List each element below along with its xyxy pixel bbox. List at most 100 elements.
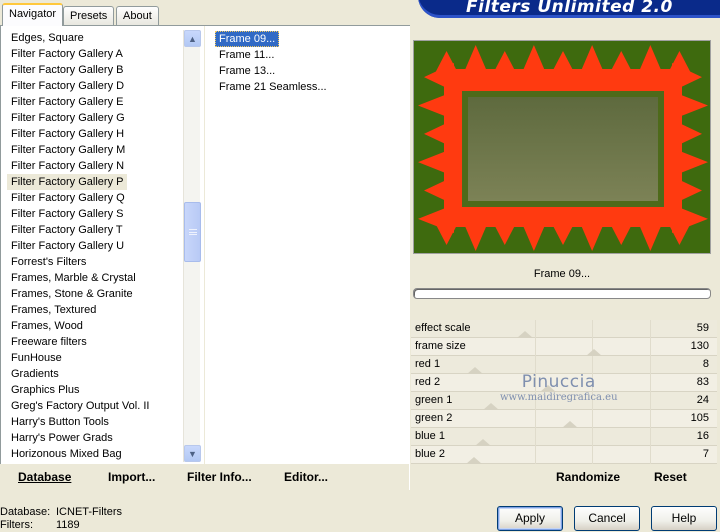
- editor-label: Editor...: [284, 470, 329, 484]
- category-item[interactable]: Frames, Stone & Granite: [7, 286, 183, 302]
- category-item[interactable]: Harry's Button Tools: [7, 414, 183, 430]
- filter-item[interactable]: Frame 21 Seamless...: [215, 79, 331, 95]
- tab-navigator[interactable]: Navigator: [2, 3, 64, 26]
- category-item[interactable]: Edges, Square: [7, 30, 183, 46]
- parameter-sliders: effect scale 59 frame size 130 red 1 8 red 2 83…: [411, 320, 717, 464]
- randomize-button[interactable]: Randomize: [556, 470, 620, 484]
- category-item[interactable]: Filter Factory Gallery U: [7, 238, 183, 254]
- category-item[interactable]: Filter Factory Gallery N: [7, 158, 183, 174]
- import-button[interactable]: Import...: [108, 470, 155, 484]
- category-item[interactable]: Horizonous Mixed Bag: [7, 446, 183, 462]
- reset-button[interactable]: Reset: [654, 470, 687, 484]
- parameter-row[interactable]: green 2 105: [411, 410, 717, 428]
- category-item[interactable]: Filter Factory Gallery B: [7, 62, 183, 78]
- category-item[interactable]: Filter Factory Gallery Q: [7, 190, 183, 206]
- parameter-value: 24: [696, 394, 709, 406]
- slider-thumb[interactable]: [516, 331, 533, 338]
- category-item[interactable]: Graphics Plus: [7, 382, 183, 398]
- chevron-down-icon: ▼: [188, 448, 197, 459]
- status-database-value: ICNET-Filters: [56, 506, 122, 518]
- tab-presets[interactable]: Presets: [63, 6, 115, 25]
- slider-thumb[interactable]: [482, 403, 499, 410]
- category-item[interactable]: Harry's Power Grads: [7, 430, 183, 446]
- slider-thumb[interactable]: [540, 385, 557, 392]
- slider-track[interactable]: [467, 320, 717, 338]
- scroll-down-button[interactable]: ▼: [184, 445, 201, 462]
- parameter-row[interactable]: red 2 83: [411, 374, 717, 392]
- filter-preview-image: [413, 40, 711, 254]
- scroll-up-button[interactable]: ▲: [184, 30, 201, 47]
- category-item[interactable]: Frames, Textured: [7, 302, 183, 318]
- parameter-name: red 2: [415, 376, 441, 388]
- category-item[interactable]: Filter Factory Gallery E: [7, 94, 183, 110]
- slider-track[interactable]: [467, 338, 717, 356]
- parameter-value: 59: [696, 322, 709, 334]
- filter-info-button[interactable]: Filter Info...: [187, 470, 252, 484]
- slider-track[interactable]: [467, 410, 717, 428]
- scrollbar-thumb[interactable]: [184, 202, 201, 262]
- category-item[interactable]: Filter Factory Gallery M: [7, 142, 183, 158]
- parameter-name: green 1: [415, 394, 453, 406]
- parameter-value: 130: [690, 340, 709, 352]
- parameter-row[interactable]: green 1 24: [411, 392, 717, 410]
- parameter-row[interactable]: red 1 8: [411, 356, 717, 374]
- import-label: Import...: [108, 470, 156, 484]
- category-list[interactable]: Edges, Square Filter Factory Gallery A Fil…: [7, 30, 183, 462]
- category-item[interactable]: Filter Factory Gallery A: [7, 46, 183, 62]
- parameter-value: 83: [696, 376, 709, 388]
- slider-thumb[interactable]: [586, 349, 603, 356]
- category-item[interactable]: Frames, Marble & Crystal: [7, 270, 183, 286]
- category-scrollbar[interactable]: ▲ ▼: [183, 30, 201, 462]
- category-item[interactable]: Frames, Wood: [7, 318, 183, 334]
- filter-item[interactable]: Frame 09...: [215, 31, 280, 47]
- preview-filter-name: Frame 09...: [533, 268, 591, 280]
- slider-thumb[interactable]: [466, 367, 483, 374]
- filter-item[interactable]: Frame 13...: [215, 63, 279, 79]
- parameter-name: frame size: [415, 340, 466, 352]
- slider-thumb[interactable]: [474, 439, 491, 446]
- category-item[interactable]: Filter Factory Gallery H: [7, 126, 183, 142]
- category-item[interactable]: FunHouse: [7, 350, 183, 366]
- category-item[interactable]: Filter Factory Gallery S: [7, 206, 183, 222]
- slider-track[interactable]: [467, 392, 717, 410]
- category-item[interactable]: Filter Factory Gallery P: [7, 174, 128, 190]
- parameter-name: green 2: [415, 412, 453, 424]
- progress-bar: [413, 288, 711, 299]
- grip-icon: [189, 229, 197, 235]
- database-button[interactable]: Database: [18, 470, 71, 484]
- category-item[interactable]: Filter Factory Gallery D: [7, 78, 183, 94]
- slider-track[interactable]: [467, 428, 717, 446]
- apply-button[interactable]: Apply: [497, 506, 563, 531]
- tab-about[interactable]: About: [116, 6, 159, 25]
- database-label: Database: [18, 470, 72, 484]
- category-item[interactable]: Filter Factory Gallery T: [7, 222, 183, 238]
- parameter-name: red 1: [415, 358, 441, 370]
- database-actions: Database Import... Filter Info... Editor…: [0, 466, 408, 490]
- slider-thumb[interactable]: [465, 457, 482, 464]
- tab-bar: Navigator Presets About: [0, 0, 420, 26]
- filter-info-label: Filter Info...: [187, 470, 252, 484]
- slider-thumb[interactable]: [561, 421, 578, 428]
- category-item[interactable]: Forrest's Filters: [7, 254, 183, 270]
- preview-frame-graphic: [414, 41, 710, 253]
- parameter-name: blue 2: [415, 448, 445, 460]
- editor-button[interactable]: Editor...: [284, 470, 328, 484]
- category-item[interactable]: Filter Factory Gallery G: [7, 110, 183, 126]
- parameter-row[interactable]: effect scale 59: [411, 320, 717, 338]
- parameter-value: 8: [702, 358, 709, 370]
- category-item[interactable]: Freeware filters: [7, 334, 183, 350]
- category-item[interactable]: Gradients: [7, 366, 183, 382]
- category-item[interactable]: Greg's Factory Output Vol. II: [7, 398, 183, 414]
- parameter-row[interactable]: blue 1 16: [411, 428, 717, 446]
- status-filters-value: 1189: [56, 519, 80, 531]
- parameter-row[interactable]: blue 2 7: [411, 446, 717, 464]
- filter-list[interactable]: Frame 09... Frame 11... Frame 13... Frame 2…: [215, 31, 405, 95]
- filter-item[interactable]: Frame 11...: [215, 47, 278, 63]
- slider-track[interactable]: [466, 356, 717, 374]
- cancel-button[interactable]: Cancel: [574, 506, 640, 531]
- slider-track[interactable]: [467, 374, 717, 392]
- parameter-row[interactable]: frame size 130: [411, 338, 717, 356]
- status-filters-label: Filters:: [0, 519, 33, 531]
- help-button[interactable]: Help: [651, 506, 717, 531]
- slider-track[interactable]: [465, 446, 717, 464]
